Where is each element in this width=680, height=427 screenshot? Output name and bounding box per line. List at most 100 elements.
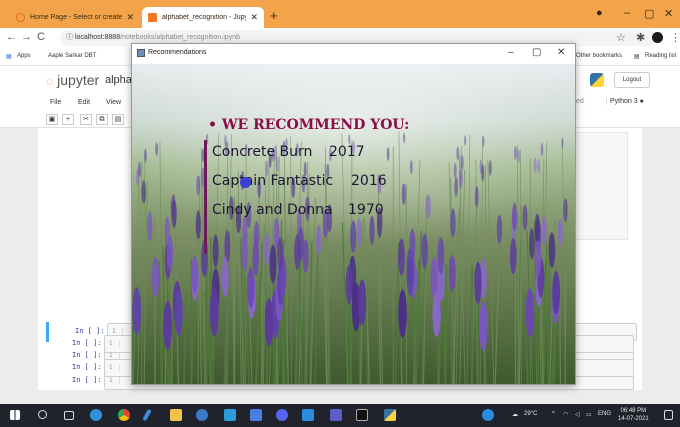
recommend-heading-text: WE RECOMMEND YOU: (221, 117, 410, 133)
extensions-icon[interactable]: ✱ (636, 31, 645, 44)
star-icon[interactable]: ☆ (616, 31, 626, 44)
language-indicator[interactable]: ENG (598, 411, 611, 417)
menu-edit[interactable]: Edit (78, 99, 90, 106)
cursor-dot (240, 177, 251, 188)
jupyter-logo[interactable]: ◌ jupyter (46, 72, 99, 88)
windows-taskbar: ☁ 29°C ^ ◠ ◁ ▭ ENG 06:48 PM 14-07-2021 (0, 404, 680, 427)
window-app-icon (137, 49, 145, 57)
save-icon[interactable]: ▣ (46, 114, 58, 125)
python-logo-icon (590, 73, 604, 87)
apps-grid-icon: ▦ (6, 54, 12, 60)
wifi-icon[interactable]: ◠ (563, 411, 568, 418)
popup-title: Recommendations (148, 49, 207, 56)
tablet-app-icon[interactable] (224, 409, 236, 421)
popup-minimize-icon[interactable]: – (508, 47, 514, 58)
terminal-icon[interactable] (356, 409, 368, 421)
popup-titlebar[interactable]: Recommendations – ▢ ✕ (132, 44, 575, 64)
cloud-app-icon[interactable] (196, 409, 208, 421)
close-window-icon[interactable]: ✕ (664, 7, 673, 20)
recommendation-year: 1970 (348, 202, 384, 218)
url-path: /notebooks/alphabet_recognition.ipynb (120, 34, 240, 41)
clock-time: 06:48 PM (620, 408, 647, 414)
close-tab-icon[interactable]: ✕ (126, 12, 134, 23)
browser-tab-strip: Home Page - Select or create a n ✕ alpha… (0, 0, 680, 28)
new-tab-button[interactable]: + (270, 8, 278, 23)
cut-icon[interactable]: ✂ (80, 114, 92, 125)
notebook-name[interactable]: alpha (105, 74, 132, 86)
jupyter-wordmark: jupyter (57, 72, 100, 88)
battery-icon[interactable]: ▭ (586, 411, 592, 418)
windows-start-icon[interactable] (10, 410, 20, 420)
maximize-icon[interactable]: ▢ (644, 7, 654, 20)
clock[interactable]: 06:48 PM 14-07-2021 (618, 407, 649, 423)
vscode-icon[interactable] (302, 409, 314, 421)
logout-button[interactable]: Logout (614, 72, 650, 88)
cell-line-number: 1 (109, 364, 120, 371)
cell-line-number: 1 (109, 340, 120, 347)
kernel-indicator: Python 3 ● (606, 98, 644, 105)
jupyter-favicon-icon (16, 13, 25, 22)
tab-home-page[interactable]: Home Page - Select or create a n ✕ (10, 7, 140, 28)
recommendation-title: Captain Fantastic (212, 173, 334, 189)
trusted-indicator[interactable]: ed (576, 98, 584, 105)
paste-icon[interactable]: ▤ (112, 114, 124, 125)
word-icon[interactable] (250, 409, 262, 421)
teams-icon[interactable] (330, 409, 342, 421)
chrome-icon[interactable] (118, 409, 130, 421)
menu-kebab-icon[interactable]: ⋮ (670, 31, 680, 44)
menu-view[interactable]: View (106, 99, 121, 106)
bookmark-other[interactable]: Other bookmarks (576, 53, 622, 59)
copy-icon[interactable]: ⧉ (96, 114, 108, 125)
close-tab-icon[interactable]: ✕ (250, 12, 258, 23)
insert-cell-icon[interactable]: + (62, 114, 74, 125)
tray-chevron-icon[interactable]: ^ (552, 411, 555, 417)
avatar[interactable] (652, 32, 663, 43)
search-icon[interactable] (38, 410, 47, 419)
task-view-icon[interactable] (64, 411, 74, 420)
hourglass-favicon-icon (148, 13, 157, 22)
lavender-field-image: • WE RECOMMEND YOU: Concrete Burn 2017 C… (132, 64, 575, 384)
tab-title: Home Page - Select or create a n (30, 14, 123, 21)
weather-icon: ☁ (512, 412, 518, 418)
cell-prompt: In [ ]: (72, 339, 102, 347)
popup-maximize-icon[interactable]: ▢ (532, 47, 541, 58)
recommendation-item: Captain Fantastic 2016 (212, 173, 387, 189)
bookmark-aaple-sarkar[interactable]: Aaple Sarkar DBT (48, 53, 96, 59)
minimize-icon[interactable]: – (624, 7, 630, 19)
info-icon: ⓘ (66, 34, 73, 41)
recommendations-window: Recommendations – ▢ ✕ • WE RECOMMEND YOU… (131, 43, 576, 385)
profile-dot-icon[interactable]: ● (596, 7, 603, 19)
discord-icon[interactable] (276, 409, 288, 421)
reload-icon[interactable]: C (37, 31, 45, 43)
bookmark-apps[interactable]: Apps (17, 53, 31, 59)
accent-bar (204, 140, 207, 254)
edge-icon[interactable] (90, 409, 102, 421)
help-icon[interactable] (482, 409, 494, 421)
clock-date: 14-07-2021 (618, 416, 649, 422)
cell-line-number: 1 (109, 377, 120, 384)
lavender-scene (132, 64, 575, 384)
python-app-icon[interactable] (384, 409, 396, 421)
recommendation-title: Concrete Burn (212, 144, 313, 160)
notifications-icon[interactable] (664, 410, 673, 420)
popup-close-icon[interactable]: ✕ (557, 47, 565, 58)
cell-prompt: In [ ]: (72, 363, 102, 371)
forward-icon[interactable]: → (21, 31, 32, 43)
bookmark-reading-list[interactable]: Reading list (645, 53, 676, 59)
recommendation-year: 2016 (351, 173, 387, 189)
jupyter-rings-icon: ◌ (46, 74, 54, 88)
back-icon[interactable]: ← (6, 31, 17, 43)
recommend-heading: • WE RECOMMEND YOU: (208, 117, 410, 133)
speaker-icon[interactable]: ◁ (575, 411, 580, 418)
menu-file[interactable]: File (50, 99, 61, 106)
temperature[interactable]: 29°C (524, 411, 537, 417)
recommendation-title: Cindy and Donna (212, 202, 333, 218)
tab-alphabet-recognition[interactable]: alphabet_recognition - Jupyter N ✕ (142, 7, 264, 28)
recommendation-item: Cindy and Donna 1970 (212, 202, 384, 218)
reading-list-icon: ▤ (634, 54, 640, 60)
file-explorer-icon[interactable] (170, 409, 182, 421)
tab-title: alphabet_recognition - Jupyter N (162, 14, 246, 21)
pen-icon[interactable] (142, 408, 152, 422)
recommendation-item: Concrete Burn 2017 (212, 144, 365, 160)
url-host: localhost:8888 (74, 34, 121, 41)
